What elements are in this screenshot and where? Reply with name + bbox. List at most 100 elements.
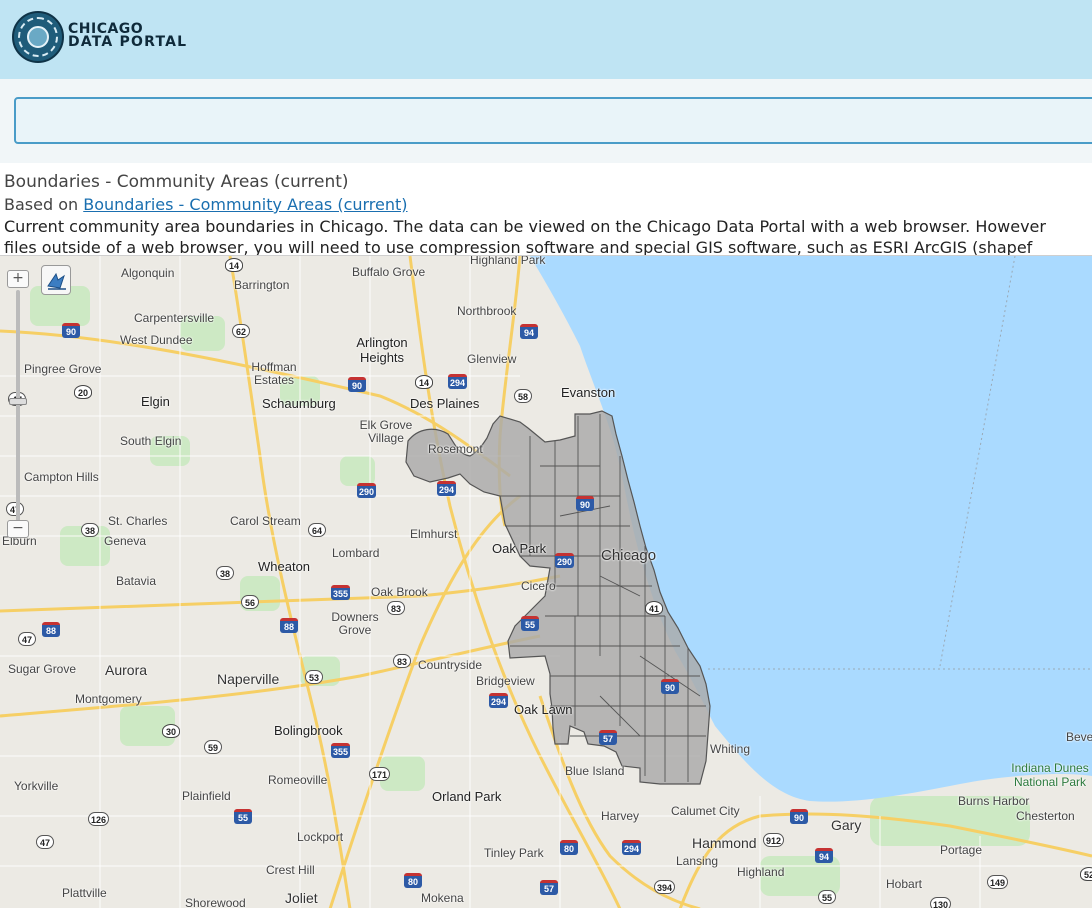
road-shield-55: 55: [521, 616, 539, 631]
road-shield-64: 64: [308, 523, 326, 537]
road-shield-290: 290: [357, 483, 377, 498]
road-shield-30: 30: [162, 724, 180, 738]
road-shield-57: 57: [599, 730, 617, 745]
place-label-chesterton: Chesterton: [1016, 809, 1075, 823]
road-shield-83: 83: [387, 601, 405, 615]
road-shield-94-in: 94: [815, 848, 833, 863]
zoom-slider-handle[interactable]: [9, 398, 27, 405]
place-label-glenview: Glenview: [467, 352, 517, 366]
place-label-portage: Portage: [940, 843, 983, 857]
road-shield-294-m: 294: [437, 481, 457, 496]
road-shield-80-s: 80: [404, 873, 422, 888]
road-shield-912: 912: [763, 833, 785, 847]
road-shield-14-c: 14: [415, 375, 433, 389]
place-label-barrington: Barrington: [234, 278, 290, 292]
place-label-hoffman-estates: Hoffman Estates: [251, 360, 297, 387]
place-label-orland-park: Orland Park: [432, 789, 502, 804]
place-label-shorewood: Shorewood: [185, 896, 246, 908]
road-shield-58: 58: [514, 389, 532, 403]
road-shield-41: 41: [645, 601, 663, 615]
place-label-batavia: Batavia: [116, 574, 157, 588]
place-label-blue-island: Blue Island: [565, 764, 625, 778]
dataset-info: Boundaries - Community Areas (current) B…: [4, 170, 1092, 255]
place-label-tinley-park: Tinley Park: [484, 846, 544, 860]
based-on-line: Based on Boundaries - Community Areas (c…: [4, 194, 1092, 216]
place-label-schaumburg: Schaumburg: [262, 396, 336, 411]
place-label-northbrook: Northbrook: [457, 304, 517, 318]
place-label-gary: Gary: [831, 817, 862, 833]
place-label-des-plaines: Des Plaines: [410, 396, 480, 411]
place-label-aurora: Aurora: [105, 662, 148, 678]
road-shield-83-s: 83: [393, 654, 411, 668]
road-shield-90-c: 90: [348, 377, 366, 392]
place-label-joliet: Joliet: [285, 890, 318, 906]
road-shield-90-i: 90: [661, 679, 679, 694]
place-label-calumet-city: Calumet City: [671, 804, 740, 818]
road-shield-130: 130: [930, 897, 952, 908]
place-label-chicago: Chicago: [601, 547, 657, 564]
zoom-in-button[interactable]: +: [7, 270, 29, 288]
place-label-campton-hills: Campton Hills: [24, 470, 99, 484]
portal-logo-text[interactable]: CHICAGO DATA PORTAL: [68, 22, 187, 49]
place-label-pingree-grove: Pingree Grove: [24, 362, 102, 376]
road-shield-56: 56: [241, 595, 259, 609]
place-label-highland-park: Highland Park: [470, 255, 546, 267]
place-label-west-dundee: West Dundee: [120, 333, 193, 347]
place-label-carol-stream: Carol Stream: [230, 514, 301, 528]
place-label-arlington-heights: Arlington Heights: [356, 335, 408, 365]
zoom-out-button[interactable]: −: [7, 520, 29, 538]
road-shield-53: 53: [305, 670, 323, 684]
road-shield-38: 38: [216, 566, 234, 580]
place-label-lockport: Lockport: [297, 830, 344, 844]
site-header: CHICAGO DATA PORTAL: [0, 0, 1092, 79]
road-shield-55-in: 55: [818, 890, 836, 904]
road-shield-294: 294: [448, 374, 468, 389]
road-shield-38-w: 38: [81, 523, 99, 537]
place-label-wheaton: Wheaton: [258, 559, 311, 574]
road-shield-355-s: 355: [331, 743, 351, 758]
place-label-crest-hill: Crest Hill: [266, 863, 315, 877]
zoom-slider-track[interactable]: [16, 290, 20, 528]
place-label-downers-grove: Downers Grove: [331, 610, 379, 637]
search-input[interactable]: [14, 97, 1092, 144]
road-shield-47-ss: 47: [36, 835, 54, 849]
place-label-elk-grove-village: Elk Grove Village: [359, 418, 413, 445]
road-shield-94: 94: [520, 324, 538, 339]
road-shield-126: 126: [88, 812, 110, 826]
place-label-lansing: Lansing: [676, 854, 719, 868]
place-label-countryside: Countryside: [418, 658, 483, 672]
city-seal-logo[interactable]: [12, 11, 64, 63]
place-label-rosemont: Rosemont: [428, 442, 483, 456]
road-shield-90-in: 90: [790, 809, 808, 824]
place-label-oak-lawn: Oak Lawn: [514, 702, 573, 717]
place-label-indiana-dunes: Indiana Dunes National Park: [1011, 761, 1089, 789]
dataset-title: Boundaries - Community Areas (current): [4, 172, 349, 192]
road-shield-355: 355: [331, 585, 351, 600]
place-label-naperville: Naperville: [217, 671, 280, 687]
place-label-mokena: Mokena: [421, 891, 464, 905]
place-label-carpentersville: Carpentersville: [134, 311, 215, 325]
place-label-cicero: Cicero: [521, 579, 556, 593]
place-label-romeoville: Romeoville: [268, 773, 328, 787]
place-label-elmhurst: Elmhurst: [410, 527, 458, 541]
place-label-st-charles: St. Charles: [108, 514, 168, 528]
based-on-link[interactable]: Boundaries - Community Areas (current): [83, 195, 407, 214]
place-label-montgomery: Montgomery: [75, 692, 142, 706]
map-navigation-button[interactable]: [41, 265, 71, 295]
road-shield-80: 80: [560, 840, 578, 855]
place-label-bridgeview: Bridgeview: [476, 674, 535, 688]
zoom-control: + −: [7, 270, 29, 546]
place-label-south-elgin: South Elgin: [120, 434, 182, 448]
map-view[interactable]: Algonquin Buffalo Grove Highland Park Ba…: [0, 255, 1092, 908]
place-label-yorkville: Yorkville: [14, 779, 59, 793]
dataset-description-line-1: Current community area boundaries in Chi…: [4, 217, 1046, 236]
road-shield-90: 90: [62, 323, 80, 338]
place-label-plainfield: Plainfield: [182, 789, 231, 803]
place-label-sugar-grove: Sugar Grove: [8, 662, 77, 676]
place-label-hammond: Hammond: [692, 835, 757, 851]
based-on-prefix: Based on: [4, 195, 79, 214]
road-shield-149: 149: [987, 875, 1009, 889]
place-label-plattville: Plattville: [62, 886, 107, 900]
place-label-oak-park: Oak Park: [492, 541, 547, 556]
road-shield-171: 171: [369, 767, 391, 781]
